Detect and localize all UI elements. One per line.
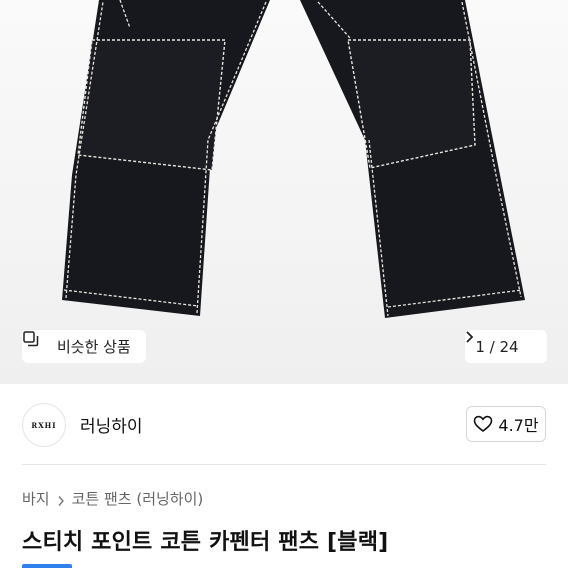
- image-counter: 1 / 24: [475, 337, 519, 356]
- active-tab-indicator: [22, 564, 72, 568]
- product-title: 스티치 포인트 코튼 카펜터 팬츠 [블랙]: [22, 530, 389, 555]
- chevron-right-icon: [57, 493, 65, 506]
- image-counter-button[interactable]: 1 / 24: [465, 330, 547, 363]
- breadcrumb-subcategory[interactable]: 코튼 팬츠 (러닝하이): [72, 488, 204, 509]
- brand-name[interactable]: 러닝하이: [80, 412, 143, 437]
- similar-products-label: 비슷한 상품: [57, 338, 131, 356]
- breadcrumb: 바지 코튼 팬츠 (러닝하이): [22, 488, 203, 509]
- brand-logo[interactable]: RXHI: [22, 403, 66, 447]
- similar-products-button[interactable]: 비슷한 상품: [22, 330, 146, 363]
- similar-items-icon: [23, 331, 51, 356]
- like-button[interactable]: 4.7만: [466, 406, 546, 442]
- divider: [22, 464, 546, 465]
- chevron-right-icon: [466, 331, 537, 354]
- like-count: 4.7만: [498, 416, 539, 435]
- brand-logo-text: RXHI: [31, 420, 57, 430]
- product-image: [62, 0, 525, 318]
- brand-row[interactable]: RXHI 러닝하이 4.7만: [0, 386, 568, 462]
- heart-icon: [474, 415, 493, 433]
- breadcrumb-category[interactable]: 바지: [22, 488, 50, 509]
- product-image-gallery[interactable]: 비슷한 상품 1 / 24: [0, 0, 568, 384]
